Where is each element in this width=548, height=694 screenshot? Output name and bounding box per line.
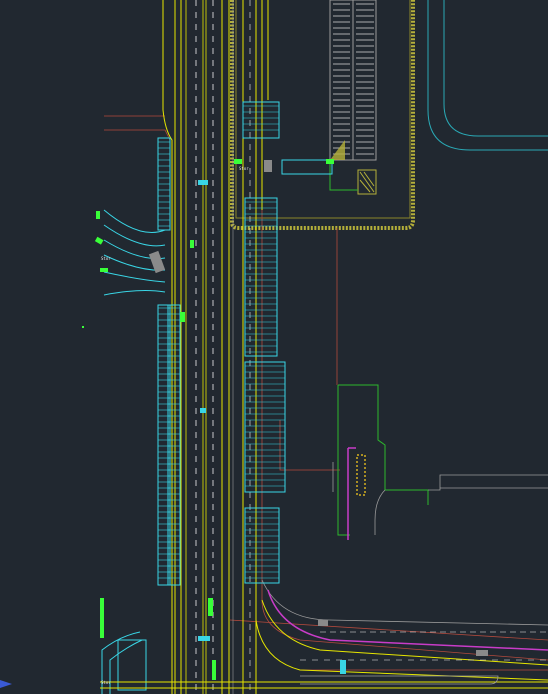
parking-lot-boundary [230,0,415,230]
cad-drawing-canvas[interactable]: Stor Stor Stor [0,0,548,694]
teal-outline-top-right [427,0,548,151]
right-stall-ticks [243,105,285,579]
drive-aisle-magenta [267,447,548,651]
lower-roadway [100,599,548,689]
green-markers [82,159,334,680]
stall-tag-right: Stor [239,166,249,171]
site-plan-svg[interactable]: Stor Stor Stor [0,0,548,694]
landscape-area [337,384,429,536]
main-roadway [162,0,269,694]
property-lines [104,115,548,671]
left-stall-ticks [158,141,180,579]
parking-bay-top [329,0,377,195]
north-arrow-fragment [0,680,12,688]
stall-tag-left: Stor [101,256,111,261]
yellow-aisle-marker [356,454,366,496]
equipment-blocks [148,160,488,656]
curb-lines [261,462,548,626]
bottom-left-tag: Stor [101,680,111,685]
